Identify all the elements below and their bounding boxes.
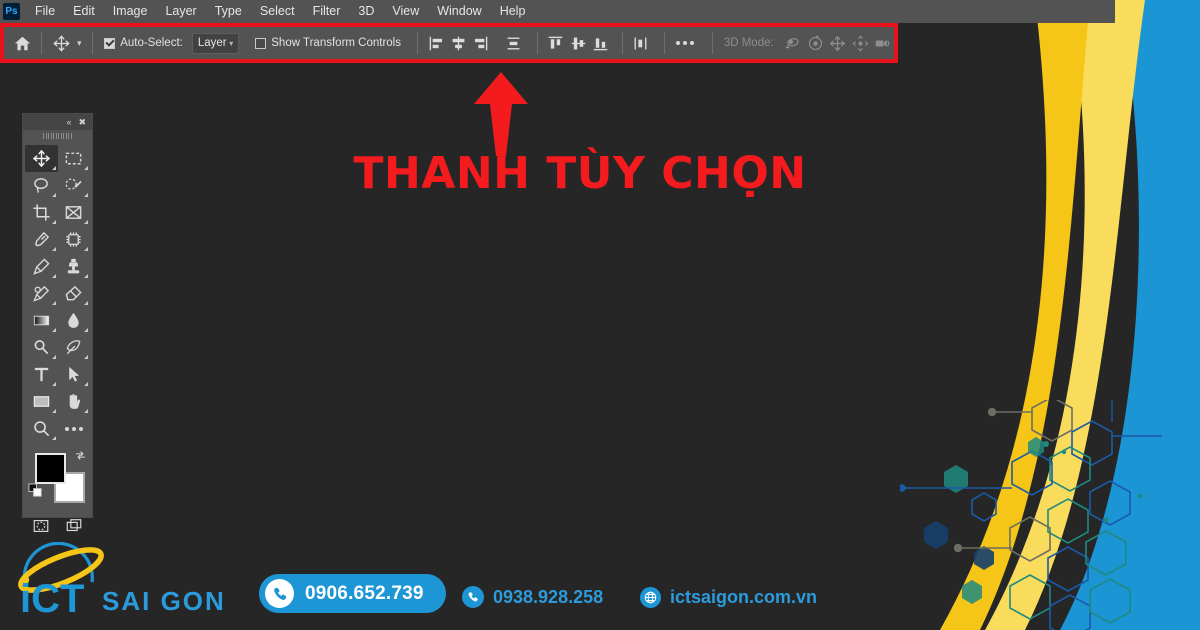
show-transform-controls-label: Show Transform Controls	[271, 37, 401, 49]
rectangle-tool[interactable]	[25, 388, 58, 415]
align-right-icon[interactable]	[470, 30, 492, 56]
pen-tool[interactable]	[58, 334, 91, 361]
menu-item-file[interactable]: File	[26, 0, 64, 23]
menu-item-view[interactable]: View	[383, 0, 428, 23]
home-icon[interactable]	[10, 29, 34, 57]
auto-select-target-value: Layer	[198, 37, 227, 49]
panel-grip[interactable]	[23, 130, 92, 142]
default-colors-icon[interactable]	[28, 483, 43, 503]
menu-item-help[interactable]: Help	[491, 0, 535, 23]
phone-icon	[462, 586, 484, 608]
menu-item-type[interactable]: Type	[206, 0, 251, 23]
auto-select-checkbox[interactable]	[104, 38, 115, 49]
zoom-tool[interactable]	[25, 415, 58, 442]
menu-item-window[interactable]: Window	[428, 0, 490, 23]
photoshop-logo-icon: Ps	[3, 3, 20, 20]
swap-arrows-icon[interactable]	[74, 449, 87, 465]
color-swatches	[23, 447, 92, 509]
divider	[622, 32, 623, 54]
logo-primary-text: iCT	[20, 577, 84, 621]
spot-healing-brush-tool[interactable]	[58, 226, 91, 253]
align-bottom-icon[interactable]	[589, 30, 611, 56]
annotation-text: THANH TÙY CHỌN	[0, 148, 1160, 199]
align-center-h-icon[interactable]	[447, 30, 469, 56]
crop-tool[interactable]	[25, 199, 58, 226]
show-transform-controls-group[interactable]: Show Transform Controls	[255, 37, 401, 49]
divider	[537, 32, 538, 54]
move-tool-icon[interactable]	[49, 29, 73, 57]
path-selection-tool[interactable]	[58, 361, 91, 388]
pan-3d-icon	[827, 30, 849, 56]
hand-tool[interactable]	[58, 388, 91, 415]
align-center-v-icon[interactable]	[567, 30, 589, 56]
globe-icon	[640, 587, 661, 608]
orbit-3d-icon	[782, 30, 804, 56]
up-arrow-icon	[470, 70, 532, 156]
double-chevron-left-icon[interactable]: «	[66, 118, 71, 127]
distribute-h-icon[interactable]	[502, 30, 524, 56]
eyedropper-tool[interactable]	[25, 226, 58, 253]
auto-select-label: Auto-Select:	[120, 37, 183, 49]
close-icon[interactable]: ✖	[78, 118, 86, 127]
options-bar-highlight-box: ▾ Auto-Select: Layer ▾ Show Transform Co…	[0, 23, 898, 63]
frame-tool[interactable]	[58, 199, 91, 226]
menu-bar: Ps File Edit Image Layer Type Select Fil…	[0, 0, 1115, 23]
history-brush-tool[interactable]	[25, 280, 58, 307]
eraser-tool[interactable]	[58, 280, 91, 307]
3d-mode-label: 3D Mode:	[724, 37, 774, 49]
align-top-icon[interactable]	[545, 30, 567, 56]
roll-3d-icon	[804, 30, 826, 56]
menu-item-3d[interactable]: 3D	[349, 0, 383, 23]
divider	[41, 32, 42, 54]
chevron-down-icon[interactable]: ▾	[73, 38, 85, 49]
foreground-color-swatch[interactable]	[35, 453, 66, 484]
blur-tool[interactable]	[58, 307, 91, 334]
phone-primary-number: 0906.652.739	[305, 583, 424, 605]
website-url: ictsaigon.com.vn	[670, 587, 817, 608]
phone-icon	[265, 579, 294, 608]
menu-item-edit[interactable]: Edit	[64, 0, 104, 23]
ellipsis-icon[interactable]	[672, 41, 698, 45]
clone-stamp-tool[interactable]	[58, 253, 91, 280]
ict-saigon-logo: iCT SAI GON	[14, 542, 239, 622]
menu-item-image[interactable]: Image	[104, 0, 157, 23]
phone-primary-button[interactable]: 0906.652.739	[259, 574, 446, 613]
align-left-icon[interactable]	[425, 30, 447, 56]
brush-tool[interactable]	[25, 253, 58, 280]
gradient-tool[interactable]	[25, 307, 58, 334]
website-link[interactable]: ictsaigon.com.vn	[640, 587, 817, 608]
divider	[92, 32, 93, 54]
screenshot-root: Ps File Edit Image Layer Type Select Fil…	[0, 0, 1200, 630]
edit-toolbar[interactable]	[58, 415, 91, 442]
menu-item-layer[interactable]: Layer	[156, 0, 205, 23]
auto-select-group[interactable]: Auto-Select:	[104, 37, 183, 49]
phone-secondary[interactable]: 0938.928.258	[462, 586, 603, 608]
menu-item-select[interactable]: Select	[251, 0, 304, 23]
dodge-tool[interactable]	[25, 334, 58, 361]
auto-select-target-dropdown[interactable]: Layer ▾	[192, 33, 239, 54]
logo-secondary-text: SAI GON	[102, 586, 226, 616]
slide-3d-icon	[849, 30, 871, 56]
chevron-down-icon: ▾	[229, 39, 233, 48]
divider	[664, 32, 665, 54]
divider	[417, 32, 418, 54]
footer: iCT SAI GON 0906.652.739 0938.928.258	[0, 535, 1200, 630]
show-transform-controls-checkbox[interactable]	[255, 38, 266, 49]
options-bar: ▾ Auto-Select: Layer ▾ Show Transform Co…	[0, 23, 898, 63]
tools-panel-header: « ✖	[23, 114, 92, 130]
divider	[712, 32, 713, 54]
camera-3d-icon	[872, 30, 894, 56]
menu-item-filter[interactable]: Filter	[304, 0, 350, 23]
horizontal-type-tool[interactable]	[25, 361, 58, 388]
phone-secondary-number: 0938.928.258	[493, 587, 603, 608]
distribute-v-icon[interactable]	[630, 30, 652, 56]
